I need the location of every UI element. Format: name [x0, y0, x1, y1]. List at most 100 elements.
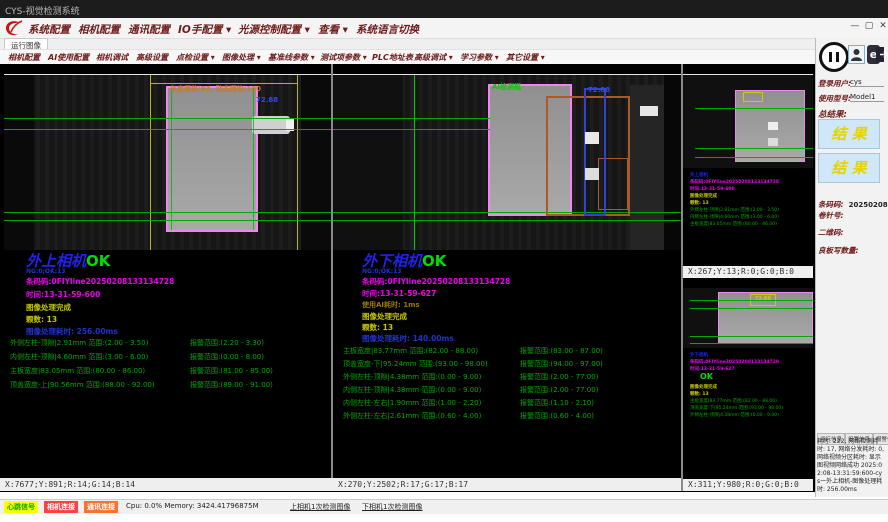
tool-baseline-param[interactable]: 基准线参数 ▾ [268, 52, 315, 63]
mini-result-block: 图像处理完成 颗数: 13 主板宽度|83.77mm 范围:(82.00 - 8… [690, 384, 783, 419]
measurement-text: 内侧左柱-左右|1.90mm 范围:(1.00 - 2.20) [343, 398, 481, 408]
mini-result-block: 外上相机 条码码:0FIYline20250208133134728 时间:13… [690, 172, 779, 228]
measurement-alarm: 报警范围:(1.10 - 2.10) [520, 398, 594, 408]
score-overlay: 72.88 [256, 96, 278, 104]
process-done-text: 图像处理完成 [362, 311, 407, 322]
tool-test-param[interactable]: 测试项参数 ▾ [320, 52, 367, 63]
detected-part [166, 86, 258, 232]
app-logo-icon [4, 20, 24, 37]
menu-system-config[interactable]: 系统配置 [28, 22, 70, 37]
measurement-text: 顶盖宽度-下|95.24mm 范围:(93.00 - 98.00) [690, 405, 783, 412]
left-pixel-readout: X:7677;Y:891;R:14;G:14;B:14 [0, 478, 333, 491]
elapsed-text: 图像处理耗时: 140.00ms [362, 333, 454, 344]
run-log-text[interactable]: 耗时: 222, 网络检测耗时: 17, 网络分发耗时: 0, 网络视频分区耗时… [817, 438, 885, 494]
threshold-overlay: 灰度阈值:93, 动态阈值:100 [170, 84, 261, 94]
measurement-text: 顶盖宽度-上|90.56mm 范围:(88.00 - 92.00) [10, 380, 155, 390]
measure-line [695, 148, 813, 149]
measurement-text: 主板宽度|83.77mm 范围:(82.00 - 88.00) [343, 346, 478, 356]
maximize-button[interactable]: ▢ [862, 21, 876, 31]
count-text: 颗数: 13 [26, 314, 57, 325]
measurement-alarm: 报警范围:(83.00 - 87.00) [520, 346, 603, 356]
tool-other-set[interactable]: 其它设置 ▾ [506, 52, 545, 63]
user-icon [849, 46, 864, 63]
scene-shadow [664, 75, 681, 250]
model-value[interactable]: Model1 [850, 93, 884, 102]
time-text: 时间:13-31-59-627 [362, 288, 436, 299]
measurement-alarm: 报警范围:(94.00 - 97.00) [520, 359, 603, 369]
middle-pixel-readout: X:270;Y:2502;R:17;G:17;B:17 [333, 478, 681, 491]
right-bottom-pixel-readout: X:311;Y:980;R:0;G:0;B:0 [683, 479, 813, 491]
tool-camera-debug[interactable]: 相机调试 [96, 52, 128, 63]
bright-spot [768, 138, 778, 146]
measure-line [171, 88, 172, 230]
roi-box-blue [584, 88, 606, 216]
measurement-text: 内侧左柱-顶隙|4.60mm 范围:(3.00 - 6.00) [690, 214, 779, 221]
measure-line [695, 157, 813, 158]
menu-light-config[interactable]: 光源控制配置 ▾ [238, 22, 310, 37]
heartbeat-badge: 心跳信号 [4, 501, 38, 513]
result-box-lower: 结 果 [818, 153, 880, 183]
measure-line [333, 129, 490, 130]
measurement-text: 外侧左柱-顶隙|4.38mm 范围:(0.00 - 9.00) [690, 412, 783, 419]
camera-connect-badge: 相机连接 [44, 501, 78, 513]
menu-view[interactable]: 查看 ▾ [318, 22, 348, 37]
board-count-label: 良板写数量: [818, 245, 859, 256]
login-user-value[interactable]: cys [850, 78, 884, 87]
measure-line [333, 118, 490, 119]
scene-shadow [301, 75, 331, 250]
measurement-alarm: 报警范围:(2.20 - 3.30) [190, 338, 264, 348]
count-text: 颗数: 13 [690, 391, 783, 398]
user-button[interactable] [848, 45, 865, 64]
ref-line [414, 75, 415, 250]
measurement-text: 外侧左柱-顶隙|2.91mm 范围:(2.00 - 3.50) [10, 338, 148, 348]
ai-box-label: AI检测框 [492, 82, 521, 92]
bright-spot [640, 106, 658, 116]
measurement-alarm: 报警范围:(0.00 - 8.00) [190, 352, 264, 362]
time-text: 时间:13-31-59-600 [26, 289, 100, 300]
count-text: 颗数: 13 [690, 200, 779, 207]
barcode-text: 条码码:0FIYline20250208133134728 [690, 359, 779, 366]
menu-camera-config[interactable]: 相机配置 [78, 22, 120, 37]
measurement-text: 主板宽度|83.05mm 范围:(80.00 - 86.00) [690, 221, 779, 228]
minimize-button[interactable]: — [848, 21, 862, 31]
measure-line [690, 300, 813, 301]
tool-ai-config[interactable]: AI使用配置 [48, 52, 89, 63]
tool-image-process[interactable]: 图像处理 ▾ [222, 52, 261, 63]
menu-io-config[interactable]: IO手配置 ▾ [178, 22, 231, 37]
measure-line [690, 336, 813, 337]
title-bar[interactable] [0, 0, 888, 18]
measurement-text: 主板宽度|83.77mm 范围:(82.00 - 88.00) [690, 398, 783, 405]
exit-icon [874, 45, 888, 64]
measurement-text: 主板宽度|83.05mm 范围:(80.00 - 86.00) [10, 366, 145, 376]
tool-advanced-set[interactable]: 高级设置 [136, 52, 168, 63]
tool-advanced-debug[interactable]: 高级调试 ▾ [414, 52, 453, 63]
measurement-alarm: 报警范围:(81.00 - 85.00) [190, 366, 273, 376]
ok-status: OK [422, 252, 446, 270]
tool-camera-config[interactable]: 相机配置 [8, 52, 40, 63]
scene-shadow [4, 75, 34, 250]
camera-name: 外上相机 [690, 172, 779, 179]
cpu-memory-text: Cpu: 0.0% Memory: 3424.41796875M [126, 502, 259, 510]
barcode-text: 条码码:0FIYline20250208133134728 [690, 179, 779, 186]
close-button[interactable]: ✕ [876, 21, 888, 31]
tool-learn-param[interactable]: 学习参数 ▾ [460, 52, 499, 63]
tool-spotcheck-set[interactable]: 点检设置 ▾ [176, 52, 215, 63]
pause-button[interactable] [819, 42, 849, 72]
tab-strip [0, 39, 888, 49]
ok-status: OK [86, 252, 110, 270]
lower-camera-status[interactable]: 下相机1次检测图像 [362, 502, 422, 512]
scene-shadow [333, 75, 403, 250]
pin-number-label: 卷针号: [818, 210, 844, 221]
ref-line [150, 75, 151, 250]
menu-comm-config[interactable]: 通讯配置 [128, 22, 170, 37]
score-overlay: 72.88 [588, 86, 610, 94]
measure-line [4, 212, 331, 213]
bright-spot [585, 132, 599, 144]
measurement-text: 外侧左柱-左右|2.61mm 范围:(0.60 - 4.00) [343, 411, 481, 421]
upper-camera-status[interactable]: 上相机1次检测图像 [290, 502, 350, 512]
login-user-label: 登录用户: [818, 78, 851, 89]
menu-language-switch[interactable]: 系统语言切换 [356, 22, 419, 37]
ai-time-text: 使用AI耗时: 1ms [362, 300, 420, 310]
tool-plc-table[interactable]: PLC地址表 [372, 52, 413, 63]
exit-button[interactable] [874, 45, 888, 64]
